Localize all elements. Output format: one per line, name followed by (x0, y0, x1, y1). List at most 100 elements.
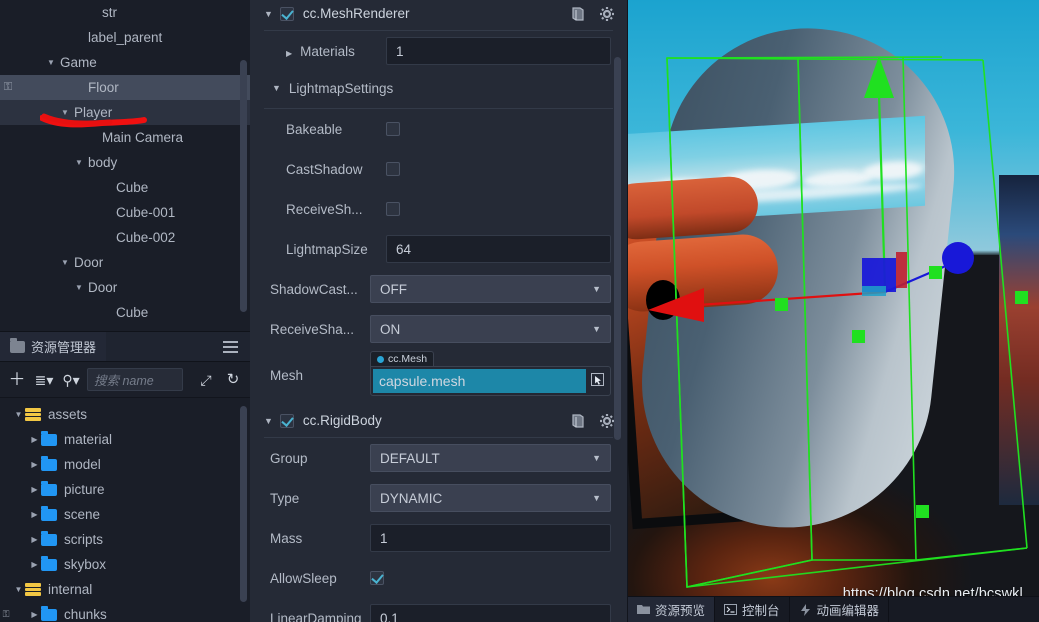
component-header-rigidbody[interactable]: ▼ cc.RigidBody (250, 407, 627, 434)
chevron-down-icon[interactable]: ▼ (264, 9, 273, 19)
component-header-meshrenderer[interactable]: ▼ cc.MeshRenderer (250, 0, 627, 27)
search-icon[interactable]: ⚲▾ (60, 373, 82, 387)
asset-item-model[interactable]: ▶ model (0, 452, 250, 477)
tab-animation-editor[interactable]: 动画编辑器 (790, 597, 890, 622)
group-select[interactable]: DEFAULT ▼ (370, 444, 611, 472)
asset-item-scripts[interactable]: ▶ scripts (0, 527, 250, 552)
gear-icon[interactable] (599, 6, 615, 22)
hierarchy-item-player[interactable]: ▼ Player (0, 100, 250, 125)
asset-item-picture[interactable]: ▶ picture (0, 477, 250, 502)
property-bakeable[interactable]: Bakeable (250, 109, 627, 149)
hierarchy-item-cube[interactable]: Cube (0, 175, 250, 200)
tab-asset-manager[interactable]: 资源管理器 (0, 332, 107, 361)
hierarchy-item-cube[interactable]: Cube (0, 300, 250, 325)
search-input[interactable]: 搜索 name (87, 368, 183, 391)
sort-button[interactable]: ≣▾ (33, 373, 55, 387)
receivesha-select[interactable]: ON ▼ (370, 315, 611, 343)
hierarchy-item-floor[interactable]: ⚿ Floor (0, 75, 250, 100)
property-receiveshadowmode[interactable]: ReceiveSha... ON ▼ (250, 309, 627, 349)
mesh-picker-icon[interactable] (586, 373, 608, 389)
hierarchy-scrollbar[interactable] (240, 60, 247, 312)
hierarchy-item-door[interactable]: ▼ Door (0, 275, 250, 300)
chevron-down-icon[interactable]: ▼ (44, 58, 58, 67)
gear-icon[interactable] (599, 413, 615, 429)
type-select[interactable]: DYNAMIC ▼ (370, 484, 611, 512)
chevron-down-icon[interactable]: ▼ (72, 283, 86, 292)
hierarchy-item-game[interactable]: ▼ Game (0, 50, 250, 75)
asset-item-scene[interactable]: ▶ scene (0, 502, 250, 527)
scene-viewport[interactable]: https://blog.csdn.net/bcswkl_ 资源预览 控制台 动… (628, 0, 1039, 622)
chevron-down-icon[interactable]: ▼ (58, 258, 72, 267)
chevron-right-icon[interactable]: ▶ (28, 510, 41, 519)
scene-render[interactable] (628, 0, 1039, 596)
lock-icon[interactable]: ⚿ (0, 81, 16, 94)
lock-icon[interactable]: ⚿ (0, 609, 12, 620)
meshrenderer-enabled-checkbox[interactable] (279, 6, 294, 21)
tab-asset-preview[interactable]: 资源预览 (628, 597, 716, 622)
chevron-down-icon[interactable]: ▼ (12, 585, 25, 594)
chevron-right-icon[interactable]: ▶ (28, 610, 41, 619)
inspector-scrollbar[interactable] (614, 57, 621, 440)
book-icon[interactable] (570, 413, 586, 429)
mass-value[interactable]: 1 (370, 524, 611, 552)
chevron-right-icon[interactable]: ▶ (28, 485, 41, 494)
bakeable-checkbox[interactable] (386, 122, 400, 136)
property-mesh[interactable]: Mesh cc.Mesh capsule.mesh (250, 349, 627, 401)
property-group[interactable]: Group DEFAULT ▼ (250, 438, 627, 478)
hierarchy-item-door[interactable]: ▼ Door (0, 250, 250, 275)
lightmapsize-value[interactable]: 64 (386, 235, 611, 263)
property-lightmapsize[interactable]: LightmapSize 64 (250, 229, 627, 269)
hierarchy-item-cube-002[interactable]: Cube-002 (0, 225, 250, 250)
hierarchy-item-main-camera[interactable]: Main Camera (0, 125, 250, 150)
property-castshadow[interactable]: CastShadow (250, 149, 627, 189)
chevron-right-icon[interactable]: ▶ (28, 435, 41, 444)
chevron-down-icon[interactable]: ▼ (272, 83, 281, 93)
rigidbody-enabled-checkbox[interactable] (279, 413, 294, 428)
mesh-asset-slot[interactable]: cc.Mesh capsule.mesh (370, 351, 611, 398)
property-type[interactable]: Type DYNAMIC ▼ (250, 478, 627, 518)
chevron-down-icon[interactable]: ▼ (58, 108, 72, 117)
property-shadowcastingmode[interactable]: ShadowCast... OFF ▼ (250, 269, 627, 309)
asset-item-skybox[interactable]: ▶ skybox (0, 552, 250, 577)
castshadow-checkbox[interactable] (386, 162, 400, 176)
mesh-value[interactable]: capsule.mesh (373, 369, 586, 393)
hierarchy-item-body[interactable]: ▼ body (0, 150, 250, 175)
lightmapsettings-group[interactable]: ▼ LightmapSettings (250, 71, 627, 105)
asset-item-assets[interactable]: ▼ assets (0, 402, 250, 427)
chevron-down-icon[interactable]: ▼ (12, 410, 25, 419)
property-mass[interactable]: Mass 1 (250, 518, 627, 558)
receiveshadow-checkbox[interactable] (386, 202, 400, 216)
allowsleep-checkbox[interactable] (370, 571, 384, 585)
property-allowsleep[interactable]: AllowSleep (250, 558, 627, 598)
chevron-down-icon: ▼ (592, 324, 601, 334)
lineardamping-value[interactable]: 0.1 (370, 604, 611, 622)
mesh-field[interactable]: capsule.mesh (370, 366, 611, 396)
chevron-right-icon[interactable]: ▶ (286, 49, 292, 58)
refresh-icon[interactable]: ↻ (222, 372, 244, 387)
property-receiveshadow[interactable]: ReceiveSh... (250, 189, 627, 229)
chevron-right-icon[interactable]: ▶ (28, 560, 41, 569)
asset-item-chunks[interactable]: ⚿ ▶ chunks (0, 602, 250, 622)
asset-tree[interactable]: ▼ assets ▶ material ▶ model ▶ picture ▶ scene ▶ scr… (0, 398, 250, 622)
materials-value[interactable]: 1 (386, 37, 611, 65)
add-asset-button[interactable]: ＋ (6, 371, 28, 388)
hierarchy-panel[interactable]: str label_parent ▼ Game ⚿ Floor ▼ Player Main Ca… (0, 0, 250, 332)
chevron-right-icon[interactable]: ▶ (28, 460, 41, 469)
asset-tree-scrollbar[interactable] (240, 406, 247, 602)
property-materials[interactable]: ▶ Materials 1 (250, 31, 627, 71)
asset-item-internal[interactable]: ▼ internal (0, 577, 250, 602)
asset-item-material[interactable]: ▶ material (0, 427, 250, 452)
asset-item-label: scene (64, 507, 101, 522)
hierarchy-item-label-parent[interactable]: label_parent (0, 25, 250, 50)
hamburger-icon[interactable] (223, 340, 238, 353)
tab-console[interactable]: 控制台 (715, 597, 790, 622)
collapse-all-icon[interactable]: ⤢ (195, 373, 217, 387)
chevron-down-icon[interactable]: ▼ (264, 416, 273, 426)
book-icon[interactable] (570, 6, 586, 22)
chevron-right-icon[interactable]: ▶ (28, 535, 41, 544)
shadowcast-select[interactable]: OFF ▼ (370, 275, 611, 303)
property-lineardamping[interactable]: LinearDamping 0.1 (250, 598, 627, 622)
chevron-down-icon[interactable]: ▼ (72, 158, 86, 167)
hierarchy-item-cube-001[interactable]: Cube-001 (0, 200, 250, 225)
hierarchy-item-str[interactable]: str (0, 0, 250, 25)
